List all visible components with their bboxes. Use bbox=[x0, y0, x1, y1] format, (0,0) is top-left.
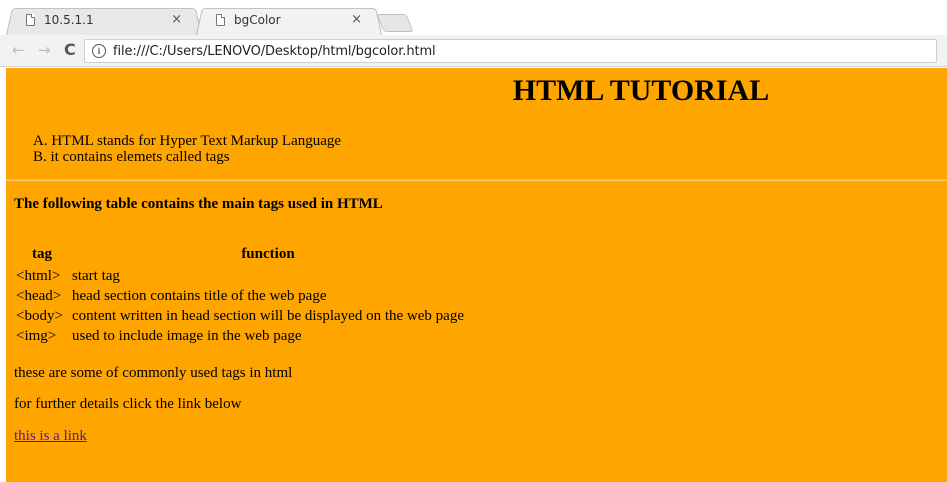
close-icon[interactable]: × bbox=[171, 13, 182, 27]
tab-title: 10.5.1.1 bbox=[44, 13, 94, 27]
list-marker: A. bbox=[33, 133, 48, 149]
page-icon bbox=[26, 14, 35, 26]
horizontal-rule bbox=[6, 179, 947, 181]
list-item: A. HTML stands for Hyper Text Markup Lan… bbox=[33, 133, 341, 149]
back-arrow-icon[interactable]: ← bbox=[12, 41, 25, 59]
table-cell: start tag bbox=[72, 268, 120, 284]
ordered-list: A. HTML stands for Hyper Text Markup Lan… bbox=[33, 133, 341, 165]
tab-strip: 10.5.1.1 × bgColor × bbox=[0, 0, 947, 35]
list-text: HTML stands for Hyper Text Markup Langua… bbox=[51, 133, 342, 149]
tutorial-link[interactable]: this is a link bbox=[14, 428, 87, 445]
table-header-row: tag function bbox=[14, 244, 466, 267]
tab-bgcolor[interactable]: bgColor × bbox=[196, 6, 382, 35]
tags-table: tag function <html> start tag <head> hea… bbox=[14, 244, 466, 347]
address-url[interactable]: file:///C:/Users/LENOVO/Desktop/html/bgc… bbox=[113, 44, 436, 59]
column-header-tag: tag bbox=[32, 246, 52, 262]
table-cell: used to include image in the web page bbox=[72, 328, 302, 344]
column-header-function: function bbox=[241, 246, 295, 262]
list-item: B. it contains elemets called tags bbox=[33, 149, 341, 165]
page-content: HTML TUTORIAL A. HTML stands for Hyper T… bbox=[6, 68, 947, 482]
table-row: <img> used to include image in the web p… bbox=[14, 327, 466, 347]
table-intro: The following table contains the main ta… bbox=[14, 196, 383, 212]
table-cell: <img> bbox=[16, 328, 57, 344]
reload-icon[interactable]: C bbox=[64, 40, 76, 59]
table-cell: head section contains title of the web p… bbox=[72, 288, 327, 304]
table-cell: <body> bbox=[16, 308, 63, 324]
tab-title: bgColor bbox=[234, 13, 281, 27]
paragraph-further-details: for further details click the link below bbox=[14, 396, 242, 412]
page-title: HTML TUTORIAL bbox=[512, 74, 770, 107]
table-cell: content written in head section will be … bbox=[72, 308, 464, 324]
list-marker: B. bbox=[33, 149, 47, 165]
table-row: <html> start tag bbox=[14, 267, 466, 287]
table-cell: <html> bbox=[16, 268, 61, 284]
tab-10-5-1-1[interactable]: 10.5.1.1 × bbox=[6, 6, 202, 35]
table-row: <body> content written in head section w… bbox=[14, 307, 466, 327]
paragraph-common-tags: these are some of commonly used tags in … bbox=[14, 365, 293, 381]
close-icon[interactable]: × bbox=[351, 13, 362, 27]
new-tab-button[interactable] bbox=[376, 14, 414, 32]
table-row: <head> head section contains title of th… bbox=[14, 287, 466, 307]
browser-toolbar: ← → C i file:///C:/Users/LENOVO/Desktop/… bbox=[0, 35, 947, 67]
info-icon[interactable]: i bbox=[92, 44, 106, 58]
address-bar[interactable]: i file:///C:/Users/LENOVO/Desktop/html/b… bbox=[84, 39, 937, 63]
forward-arrow-icon[interactable]: → bbox=[38, 41, 51, 59]
table-cell: <head> bbox=[16, 288, 62, 304]
page-icon bbox=[216, 14, 225, 26]
list-text: it contains elemets called tags bbox=[50, 149, 230, 165]
